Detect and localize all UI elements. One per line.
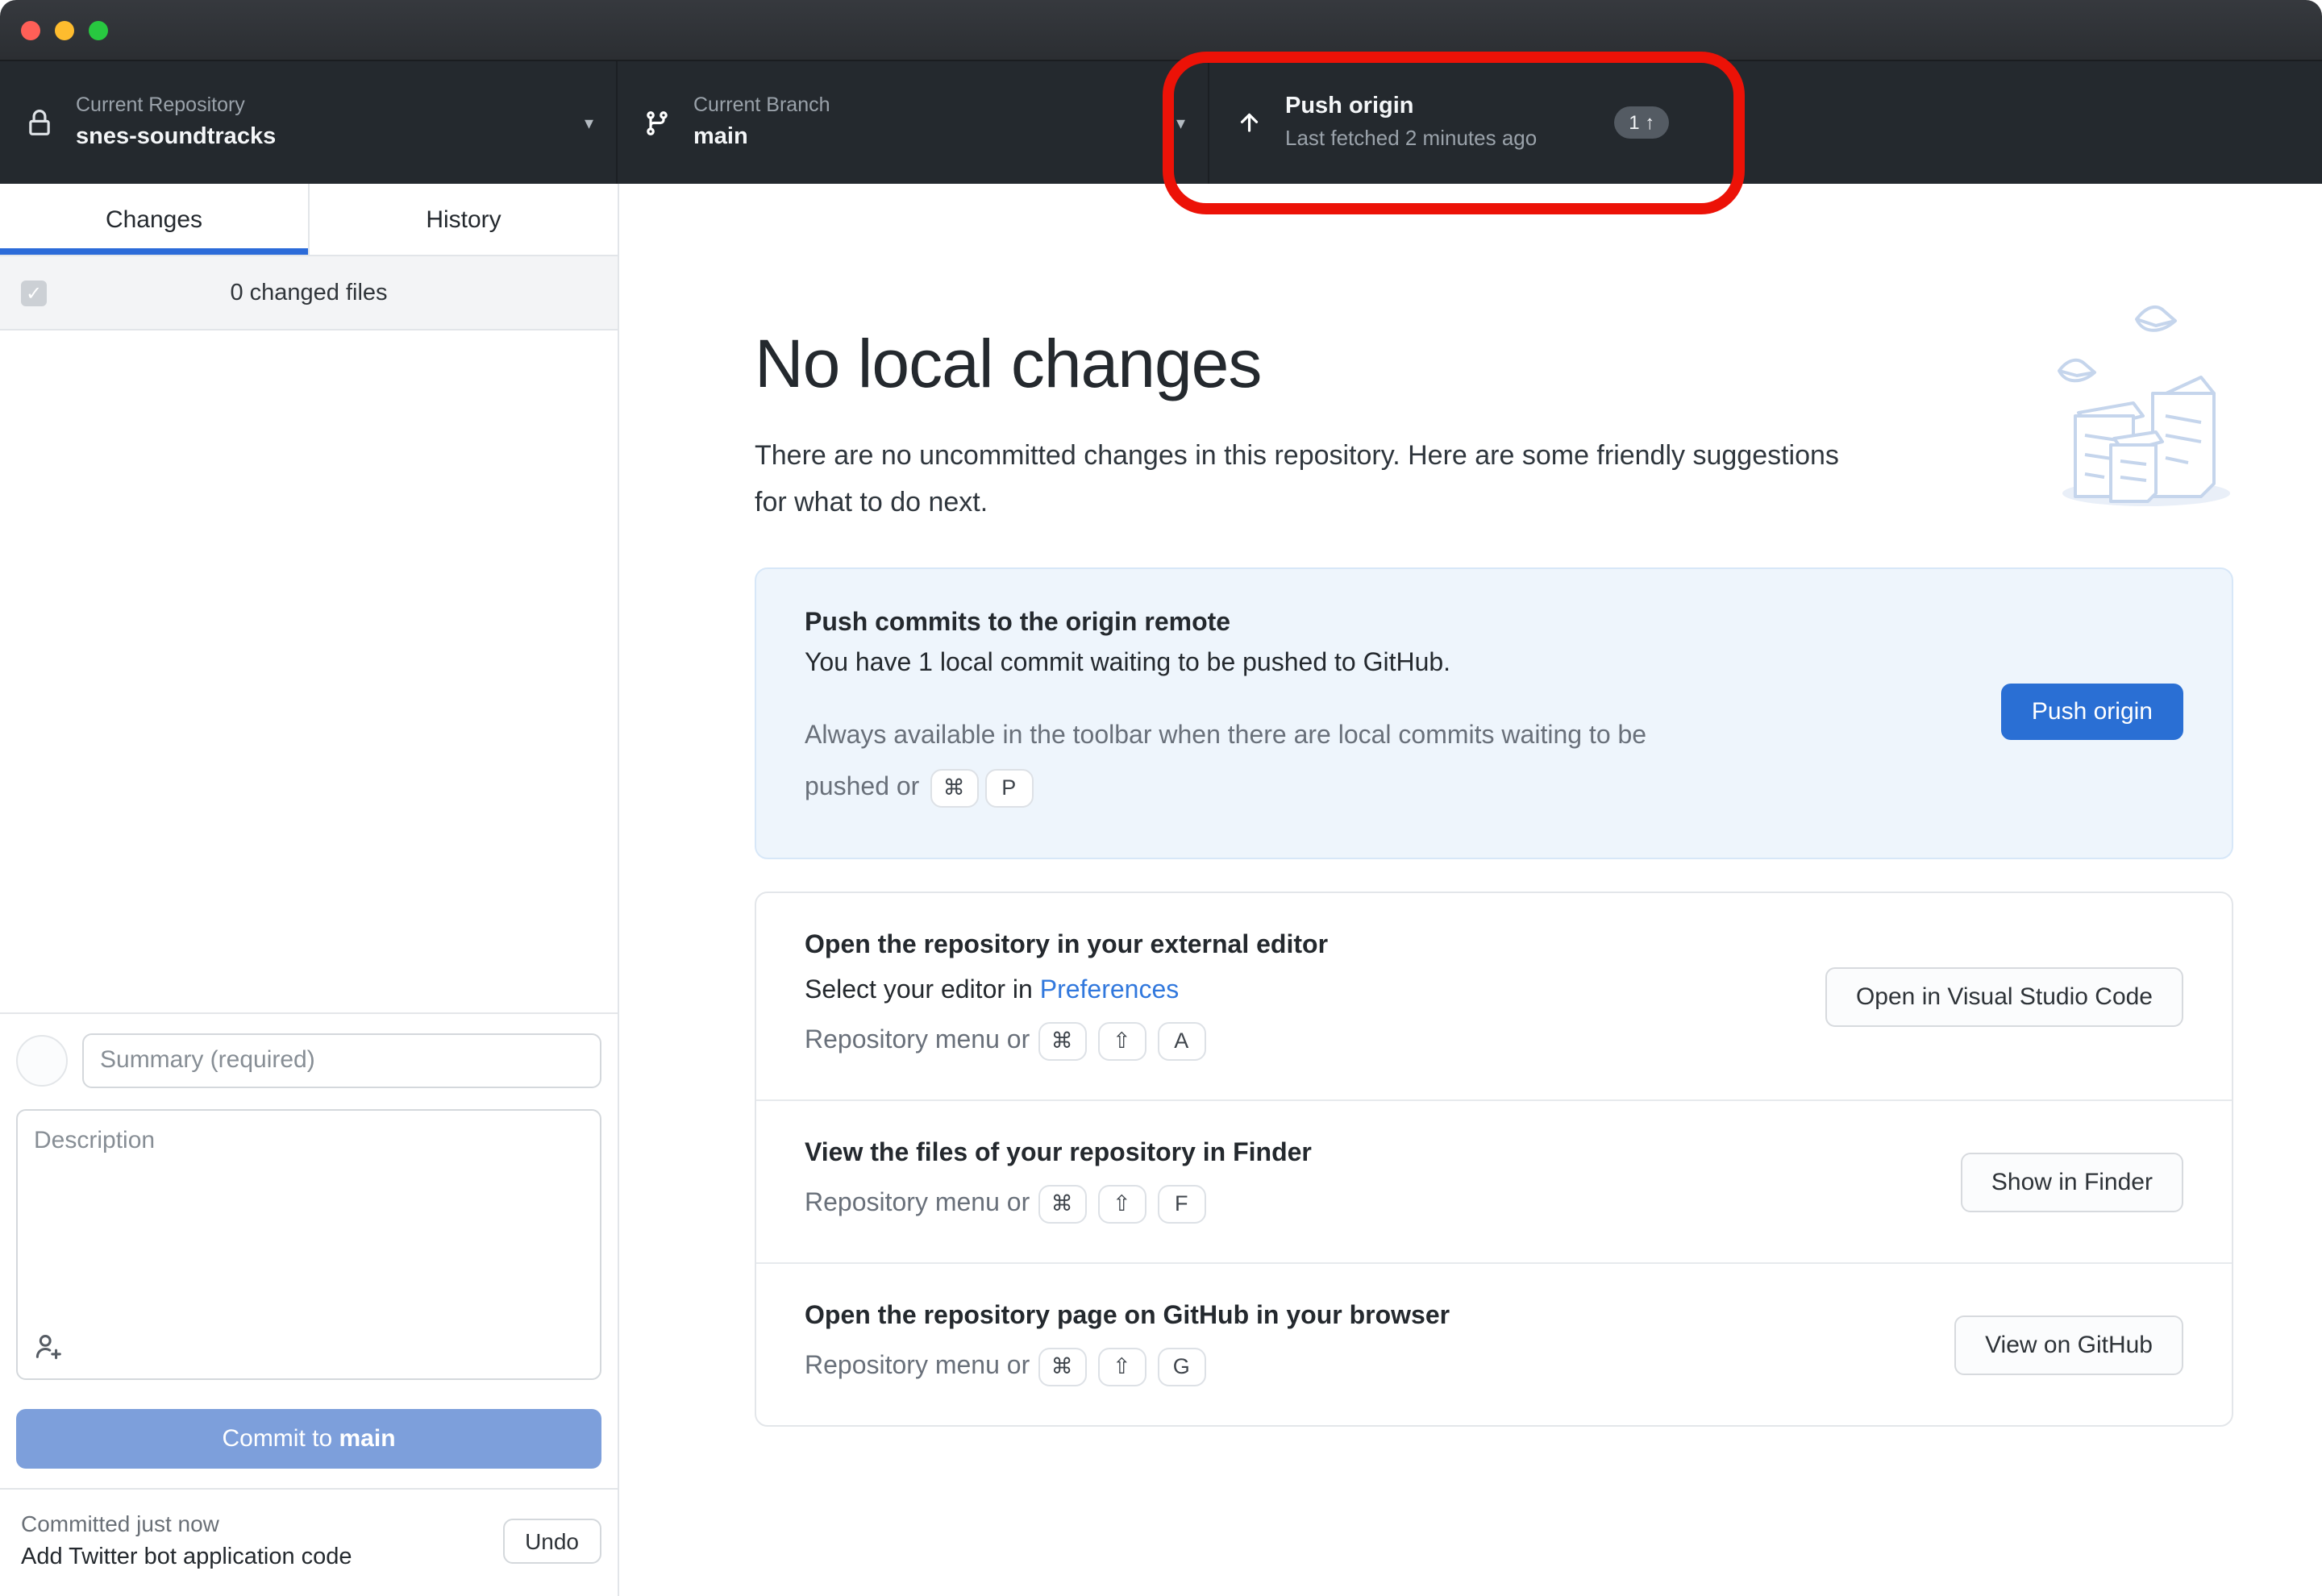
tab-changes[interactable]: Changes (0, 184, 308, 255)
push-origin-toolbar-button[interactable]: Push origin Last fetched 2 minutes ago 1… (1209, 61, 2322, 184)
traffic-lights (21, 20, 108, 39)
suggestion-row-github: Open the repository page on GitHub in yo… (756, 1263, 2232, 1426)
command-key: ⌘ (1038, 1349, 1086, 1387)
chevron-down-icon: ▾ (568, 112, 593, 133)
tab-changes-label: Changes (106, 206, 202, 233)
github-menu-text: Repository menu or (805, 1353, 1030, 1382)
command-key: ⌘ (930, 769, 978, 808)
github-row-shortcut: Repository menu or ⌘ ⇧ G (805, 1349, 1906, 1387)
changed-files-count: 0 changed files (0, 280, 618, 305)
changed-files-row: ✓ 0 changed files (0, 256, 618, 330)
main-panel: No local changes There are no uncommitte… (619, 184, 2322, 1596)
p-key: P (984, 769, 1033, 808)
add-coauthor-icon[interactable] (34, 1332, 64, 1370)
show-in-finder-button[interactable]: Show in Finder (1961, 1153, 2183, 1212)
tab-history[interactable]: History (308, 184, 618, 255)
finder-menu-text: Repository menu or (805, 1191, 1030, 1220)
shift-key: ⇧ (1097, 1349, 1146, 1387)
last-commit-bar: Committed just now Add Twitter bot appli… (0, 1488, 618, 1596)
push-card-hint-line1: Always available in the toolbar when the… (805, 723, 1646, 750)
commit-form: Commit to main (0, 1012, 618, 1488)
github-row-title: Open the repository page on GitHub in yo… (805, 1303, 1906, 1332)
shift-key: ⇧ (1097, 1023, 1146, 1062)
commit-message-text: Add Twitter bot application code (21, 1542, 352, 1577)
commit-status-text: Committed just now (21, 1506, 352, 1542)
paper-stack-illustration (2056, 300, 2230, 521)
sidebar-tabs: Changes History (0, 184, 618, 256)
command-key: ⌘ (1038, 1186, 1086, 1224)
editor-row-subtitle: Select your editor in Preferences (805, 978, 1777, 1007)
page-title: No local changes (755, 326, 2233, 403)
suggestions-card: Open the repository in your external edi… (755, 892, 2233, 1428)
changes-list-empty-area (0, 330, 618, 1012)
push-origin-button[interactable]: Push origin (2001, 684, 2183, 741)
editor-row-title: Open the repository in your external edi… (805, 933, 1777, 962)
current-branch-name: main (693, 120, 830, 154)
arrow-up-icon (1232, 109, 1264, 136)
zoom-window-button[interactable] (89, 20, 108, 39)
push-origin-subtitle: Last fetched 2 minutes ago (1285, 124, 1537, 155)
intro-line-1: There are no uncommitted changes in this… (755, 440, 1839, 471)
editor-row-prefix: Select your editor in (805, 978, 1040, 1005)
intro-text: There are no uncommitted changes in this… (755, 432, 2233, 526)
titlebar (0, 0, 2322, 61)
push-card-body: You have 1 local commit waiting to be pu… (805, 650, 1953, 680)
f-key: F (1157, 1186, 1205, 1224)
tab-history-label: History (426, 206, 501, 233)
a-key: A (1157, 1023, 1205, 1062)
current-branch-dropdown[interactable]: Current Branch main ▾ (618, 61, 1209, 184)
summary-input[interactable] (82, 1033, 601, 1088)
sidebar: Changes History ✓ 0 changed files (0, 184, 619, 1596)
push-card-title: Push commits to the origin remote (805, 610, 1953, 639)
current-repository-label: Current Repository (76, 91, 276, 120)
intro-line-2: for what to do next. (755, 487, 988, 517)
command-key: ⌘ (1038, 1023, 1086, 1062)
undo-button[interactable]: Undo (502, 1519, 601, 1564)
view-on-github-button[interactable]: View on GitHub (1954, 1315, 2183, 1375)
commit-to-main-button[interactable]: Commit to main (16, 1409, 601, 1469)
current-repository-name: snes-soundtracks (76, 120, 276, 154)
editor-row-shortcut: Repository menu or ⌘ ⇧ A (805, 1023, 1777, 1062)
shift-key: ⇧ (1097, 1186, 1146, 1224)
toolbar: Current Repository snes-soundtracks ▾ Cu… (0, 61, 2322, 184)
push-card-hint: Always available in the toolbar when the… (805, 712, 1953, 815)
avatar (16, 1035, 68, 1087)
github-desktop-window: Current Repository snes-soundtracks ▾ Cu… (0, 0, 2322, 1596)
current-branch-label: Current Branch (693, 91, 830, 120)
push-suggestion-card: Push commits to the origin remote You ha… (755, 568, 2233, 860)
editor-menu-text: Repository menu or (805, 1028, 1030, 1057)
preferences-link[interactable]: Preferences (1040, 978, 1180, 1005)
close-window-button[interactable] (21, 20, 40, 39)
git-branch-icon (640, 109, 672, 136)
g-key: G (1157, 1349, 1205, 1387)
description-input[interactable] (16, 1109, 601, 1380)
minimize-window-button[interactable] (55, 20, 74, 39)
suggestion-row-editor: Open the repository in your external edi… (756, 894, 2232, 1100)
push-card-hint-line2: pushed or (805, 775, 919, 802)
commit-button-branch: main (339, 1425, 396, 1453)
chevron-down-icon: ▾ (1160, 112, 1185, 133)
open-in-editor-button[interactable]: Open in Visual Studio Code (1825, 967, 2183, 1027)
lock-icon (23, 109, 55, 136)
finder-row-shortcut: Repository menu or ⌘ ⇧ F (805, 1186, 1912, 1224)
push-count-badge: 1 ↑ (1614, 106, 1669, 139)
current-repository-dropdown[interactable]: Current Repository snes-soundtracks ▾ (0, 61, 618, 184)
suggestion-row-finder: View the files of your repository in Fin… (756, 1100, 2232, 1263)
finder-row-title: View the files of your repository in Fin… (805, 1141, 1912, 1170)
commit-button-prefix: Commit to (222, 1425, 339, 1453)
push-origin-title: Push origin (1285, 90, 1537, 124)
